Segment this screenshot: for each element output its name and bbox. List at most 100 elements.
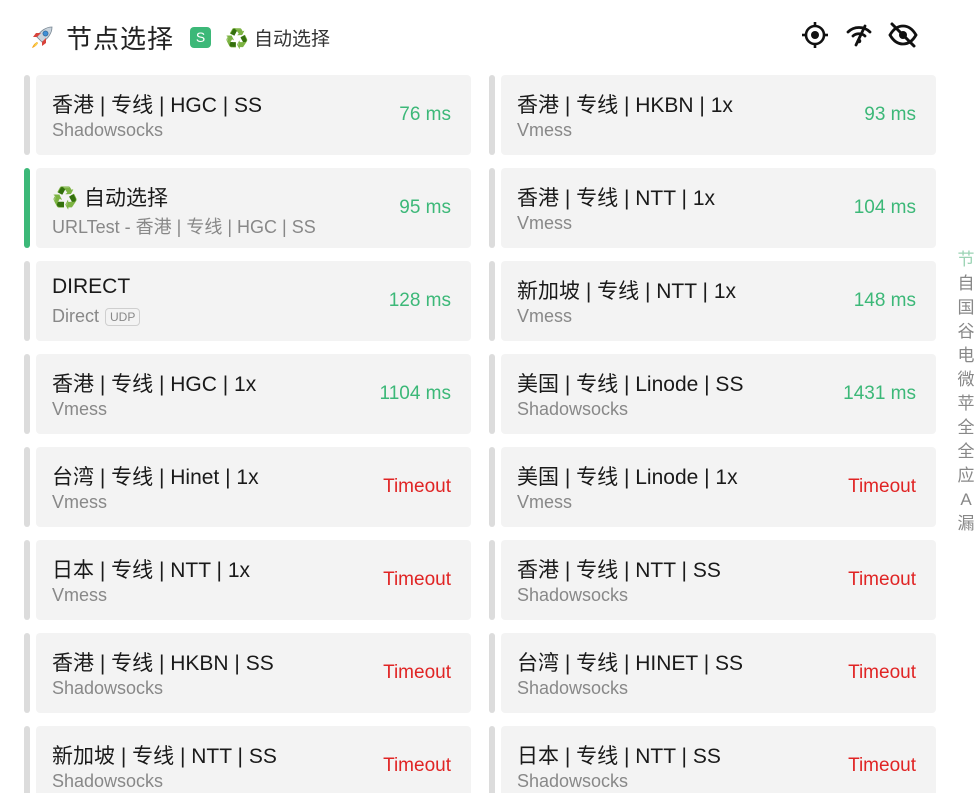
- index-item[interactable]: 苹: [958, 392, 975, 416]
- proxy-name: 新加坡 | 专线 | NTT | 1x: [517, 280, 736, 303]
- proxy-name: 香港 | 专线 | HGC | 1x: [52, 373, 257, 396]
- card-indicator: [24, 633, 30, 713]
- proxy-card[interactable]: 香港 | 专线 | NTT | SS Shadowsocks Timeout: [489, 540, 936, 620]
- latency-button[interactable]: Timeout: [383, 569, 451, 591]
- proxy-card-body: 新加坡 | 专线 | NTT | 1x Vmess 148 ms: [501, 261, 936, 341]
- proxy-card-body: 台湾 | 专线 | HINET | SS Shadowsocks Timeout: [501, 633, 936, 713]
- proxy-card[interactable]: 台湾 | 专线 | HINET | SS Shadowsocks Timeout: [489, 633, 936, 713]
- proxy-card[interactable]: 香港 | 专线 | NTT | 1x Vmess 104 ms: [489, 168, 936, 248]
- latency-button[interactable]: Timeout: [848, 476, 916, 498]
- card-indicator: [489, 168, 495, 248]
- locate-icon[interactable]: [800, 18, 830, 52]
- latency-button[interactable]: 1104 ms: [380, 383, 451, 405]
- proxy-type: Vmess: [517, 492, 572, 513]
- proxy-type: Vmess: [52, 492, 107, 513]
- proxy-type: Vmess: [517, 213, 572, 234]
- card-indicator: [489, 633, 495, 713]
- card-indicator: [489, 354, 495, 434]
- proxy-name: 台湾 | 专线 | Hinet | 1x: [52, 466, 259, 489]
- card-indicator: [489, 726, 495, 793]
- index-item[interactable]: 节: [958, 248, 975, 272]
- card-indicator: [24, 354, 30, 434]
- proxy-card[interactable]: 美国 | 专线 | Linode | SS Shadowsocks 1431 ms: [489, 354, 936, 434]
- proxy-card-body: 新加坡 | 专线 | NTT | SS Shadowsocks Timeout: [36, 726, 471, 793]
- proxy-card-body: 台湾 | 专线 | Hinet | 1x Vmess Timeout: [36, 447, 471, 527]
- wifi-off-icon[interactable]: [844, 18, 874, 52]
- proxy-type: Vmess: [52, 585, 107, 606]
- toolbar: [800, 18, 918, 52]
- proxy-name: DIRECT: [52, 275, 131, 298]
- proxy-card-body: 香港 | 专线 | HKBN | 1x Vmess 93 ms: [501, 75, 936, 155]
- latency-button[interactable]: 148 ms: [854, 290, 916, 312]
- proxy-name: 台湾 | 专线 | HINET | SS: [517, 652, 744, 675]
- proxy-card[interactable]: 香港 | 专线 | HGC | SS Shadowsocks 76 ms: [24, 75, 471, 155]
- index-item[interactable]: 应: [958, 464, 975, 488]
- latency-button[interactable]: 93 ms: [864, 104, 916, 126]
- proxy-type: Shadowsocks: [517, 399, 628, 420]
- proxy-card[interactable]: 美国 | 专线 | Linode | 1x Vmess Timeout: [489, 447, 936, 527]
- proxy-card[interactable]: ♻️ 自动选择 URLTest - 香港 | 专线 | HGC | SS 95 ms: [24, 168, 471, 248]
- proxy-card-body: 香港 | 专线 | HGC | 1x Vmess 1104 ms: [36, 354, 471, 434]
- latency-button[interactable]: Timeout: [383, 476, 451, 498]
- proxy-card-body: 日本 | 专线 | NTT | SS Shadowsocks Timeout: [501, 726, 936, 793]
- proxy-type-label: Shadowsocks: [52, 120, 164, 140]
- index-item[interactable]: 全: [958, 440, 975, 464]
- proxy-name: 日本 | 专线 | NTT | SS: [517, 745, 721, 768]
- proxy-type: Vmess: [517, 120, 572, 141]
- index-item[interactable]: 自: [958, 272, 975, 296]
- current-selection: ♻️ 自动选择: [225, 28, 330, 50]
- latency-button[interactable]: Timeout: [848, 662, 916, 684]
- proxy-type: Shadowsocks: [517, 771, 628, 792]
- index-item[interactable]: 电: [958, 344, 975, 368]
- proxy-type-label: Vmess: [517, 306, 573, 326]
- index-item[interactable]: 微: [958, 368, 975, 392]
- proxy-card[interactable]: 香港 | 专线 | HKBN | 1x Vmess 93 ms: [489, 75, 936, 155]
- latency-button[interactable]: 104 ms: [854, 197, 916, 219]
- proxy-card-body: 香港 | 专线 | HGC | SS Shadowsocks 76 ms: [36, 75, 471, 155]
- proxy-card-body: 日本 | 专线 | NTT | 1x Vmess Timeout: [36, 540, 471, 620]
- latency-button[interactable]: Timeout: [848, 755, 916, 777]
- group-index-nav: 节自国谷电微苹全全应A漏: [955, 248, 977, 536]
- proxy-card[interactable]: 新加坡 | 专线 | NTT | 1x Vmess 148 ms: [489, 261, 936, 341]
- card-indicator: [24, 75, 30, 155]
- proxy-card[interactable]: DIRECT Direct UDP 128 ms: [24, 261, 471, 341]
- card-indicator: [489, 540, 495, 620]
- proxy-card[interactable]: 新加坡 | 专线 | NTT | SS Shadowsocks Timeout: [24, 726, 471, 793]
- latency-button[interactable]: Timeout: [848, 569, 916, 591]
- proxy-type-label: Direct: [52, 306, 100, 326]
- proxy-type: Shadowsocks: [517, 678, 628, 699]
- proxy-name: 日本 | 专线 | NTT | 1x: [52, 559, 250, 582]
- proxy-card-body: 香港 | 专线 | NTT | 1x Vmess 104 ms: [501, 168, 936, 248]
- proxy-type-label: Vmess: [52, 492, 108, 512]
- index-item[interactable]: A: [960, 488, 971, 512]
- proxy-type-label: Shadowsocks: [517, 678, 629, 698]
- proxy-type: Direct UDP: [52, 306, 141, 327]
- proxy-type-label: Vmess: [517, 120, 573, 140]
- proxy-type-label: URLTest - 香港 | 专线 | HGC | SS: [52, 217, 316, 237]
- index-item[interactable]: 全: [958, 416, 975, 440]
- proxy-card[interactable]: 日本 | 专线 | NTT | SS Shadowsocks Timeout: [489, 726, 936, 793]
- latency-button[interactable]: 95 ms: [399, 197, 451, 219]
- index-item[interactable]: 国: [958, 296, 975, 320]
- card-indicator: [489, 75, 495, 155]
- proxy-name: 香港 | 专线 | HKBN | 1x: [517, 94, 733, 117]
- latency-button[interactable]: Timeout: [383, 662, 451, 684]
- eye-off-icon[interactable]: [888, 18, 918, 52]
- proxy-card-body: 美国 | 专线 | Linode | SS Shadowsocks 1431 ms: [501, 354, 936, 434]
- proxy-card-body: 香港 | 专线 | HKBN | SS Shadowsocks Timeout: [36, 633, 471, 713]
- proxy-type: Shadowsocks: [52, 120, 163, 141]
- proxy-card-body: 香港 | 专线 | NTT | SS Shadowsocks Timeout: [501, 540, 936, 620]
- index-item[interactable]: 谷: [958, 320, 975, 344]
- proxy-card[interactable]: 日本 | 专线 | NTT | 1x Vmess Timeout: [24, 540, 471, 620]
- proxy-card[interactable]: 台湾 | 专线 | Hinet | 1x Vmess Timeout: [24, 447, 471, 527]
- proxy-name: 美国 | 专线 | Linode | 1x: [517, 466, 738, 489]
- proxy-card[interactable]: 香港 | 专线 | HGC | 1x Vmess 1104 ms: [24, 354, 471, 434]
- latency-button[interactable]: 1431 ms: [843, 383, 916, 405]
- latency-button[interactable]: Timeout: [383, 755, 451, 777]
- proxy-type: Shadowsocks: [52, 678, 163, 699]
- proxy-type-label: Vmess: [52, 399, 108, 419]
- index-item[interactable]: 漏: [958, 512, 975, 536]
- latency-button[interactable]: 76 ms: [399, 104, 451, 126]
- proxy-card[interactable]: 香港 | 专线 | HKBN | SS Shadowsocks Timeout: [24, 633, 471, 713]
- latency-button[interactable]: 128 ms: [389, 290, 451, 312]
